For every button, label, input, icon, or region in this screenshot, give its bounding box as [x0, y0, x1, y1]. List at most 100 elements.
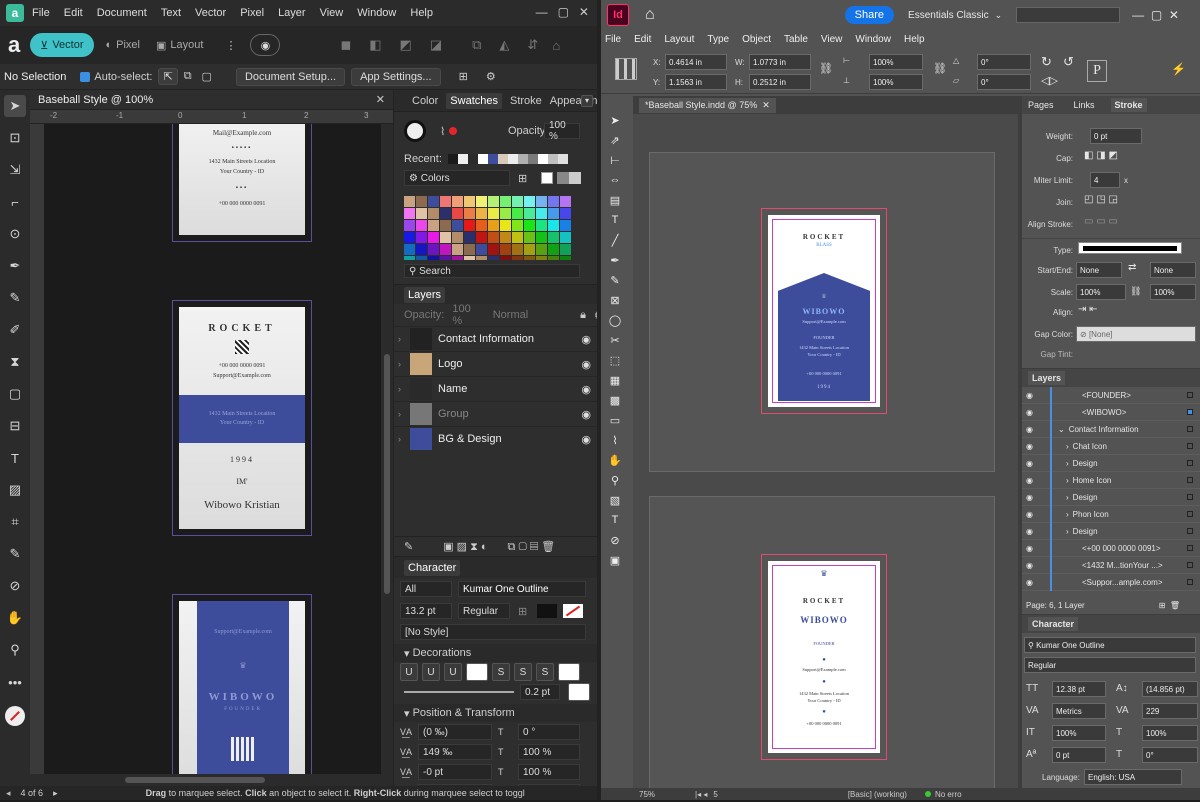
double-strike-icon[interactable]: S	[514, 663, 532, 681]
page-number[interactable]: 5	[713, 790, 717, 799]
crop-tool-icon[interactable]: ⌗	[4, 511, 26, 533]
autoselect-checkbox[interactable]	[80, 71, 91, 82]
tab-links[interactable]: Links	[1074, 100, 1095, 110]
swatch[interactable]	[440, 232, 451, 243]
artboard-top[interactable]: Mail@Example.com ▪▪▪▪▪ 1432 Main Streets…	[172, 124, 312, 242]
layer-row[interactable]: › Group ◉	[394, 401, 597, 426]
horizontal-scrollbar[interactable]	[30, 774, 393, 786]
group-mode-icon[interactable]: ▢	[202, 70, 212, 83]
swatch[interactable]	[488, 208, 499, 219]
artboard-tool-icon[interactable]: ⊡	[4, 127, 26, 149]
font-family-select[interactable]: Kumar One Outline	[458, 581, 586, 597]
select-square-icon[interactable]	[1187, 528, 1193, 534]
visibility-eye-icon[interactable]: ◉	[1026, 578, 1040, 587]
recent-swatch[interactable]	[537, 154, 548, 164]
page-tool-icon[interactable]: ⊢	[606, 152, 624, 168]
visibility-eye-icon[interactable]: ◉	[1026, 527, 1040, 536]
eyedropper-icon[interactable]: ⌇	[606, 432, 624, 448]
recent-swatch[interactable]	[517, 154, 528, 164]
gradient-tool-icon[interactable]: ▦	[606, 372, 624, 388]
menu-item[interactable]: Help	[904, 34, 925, 45]
swatch[interactable]	[548, 220, 559, 231]
swatch-grid[interactable]	[404, 196, 576, 260]
id-vscale-field[interactable]: 100%	[1052, 725, 1106, 741]
home-icon[interactable]: ⌂	[645, 6, 655, 24]
indesign-pasteboard[interactable]: ROCKET BLASS ♛ WIBOWO Support@Example.co…	[633, 114, 1018, 788]
id-tracking-field[interactable]: 229	[1142, 703, 1198, 719]
recent-swatches[interactable]	[447, 154, 568, 164]
vector-brush-icon[interactable]: ✐	[4, 319, 26, 341]
swatch[interactable]	[536, 232, 547, 243]
expand-icon[interactable]: ›	[1066, 527, 1069, 536]
fill-stroke-well[interactable]	[5, 706, 25, 726]
line-tool-icon[interactable]: ╱	[606, 232, 624, 248]
visibility-eye-icon[interactable]: ◉	[1026, 391, 1040, 400]
eyedropper-icon[interactable]: ⌇	[440, 125, 445, 138]
id-kerning-field[interactable]: Metrics	[1052, 703, 1106, 719]
visibility-eye-icon[interactable]: ◉	[581, 408, 591, 421]
blend-mode[interactable]: Normal	[493, 309, 528, 321]
swatch[interactable]	[452, 220, 463, 231]
visibility-eye-icon[interactable]: ◉	[581, 383, 591, 396]
recent-swatch[interactable]	[477, 154, 488, 164]
note-tool-icon[interactable]: ▭	[606, 412, 624, 428]
swatch[interactable]	[512, 232, 523, 243]
swatch[interactable]	[548, 208, 559, 219]
decorations-header[interactable]: ▾ Decorations	[394, 644, 597, 662]
page-2[interactable]: ♛ ROCKET WIBOWO FOUNDER ● Support@Exampl…	[761, 554, 887, 760]
swatch[interactable]	[476, 220, 487, 231]
swatch[interactable]	[560, 196, 571, 207]
recent-swatch[interactable]	[497, 154, 508, 164]
visibility-eye-icon[interactable]: ◉	[1026, 442, 1040, 451]
swatch[interactable]	[512, 244, 523, 255]
layer-row[interactable]: › Name ◉	[394, 376, 597, 401]
menu-item[interactable]: Text	[161, 7, 181, 19]
constrain-link-icon[interactable]: ⛓	[819, 62, 833, 75]
swatch[interactable]	[452, 244, 463, 255]
id-layer-row[interactable]: ◉ › Design	[1022, 488, 1200, 506]
text-frame-icon[interactable]: ◉	[250, 34, 281, 56]
swatch[interactable]	[464, 244, 475, 255]
menu-item[interactable]: Layout	[664, 34, 694, 45]
swatch[interactable]	[536, 208, 547, 219]
vertical-scrollbar[interactable]	[381, 124, 393, 774]
swatch[interactable]	[488, 196, 499, 207]
menu-item[interactable]: File	[32, 7, 50, 19]
swatch[interactable]	[464, 208, 475, 219]
select-square-icon[interactable]	[1187, 562, 1193, 568]
visibility-eye-icon[interactable]: ◉	[1026, 561, 1040, 570]
screen-mode-icon[interactable]: ▣	[606, 552, 624, 568]
language-select[interactable]: English: USA	[1084, 769, 1182, 785]
layout-persona-button[interactable]: ▣ Layout	[156, 39, 203, 52]
align-arrow-buttons[interactable]: ⇥ ⇤	[1078, 304, 1098, 315]
pencil-tool-icon[interactable]: ✎	[4, 287, 26, 309]
rotation-field[interactable]: 0°	[977, 54, 1031, 70]
indesign-doc-tab[interactable]: *Baseball Style.indd @ 75% ✕	[639, 97, 776, 113]
select-square-icon[interactable]	[1187, 545, 1193, 551]
intersect-icon[interactable]: ◩	[400, 37, 412, 53]
font-size-field[interactable]: 13.2 pt	[400, 603, 452, 619]
swatch[interactable]	[536, 220, 547, 231]
scissors-tool-icon[interactable]: ✂	[606, 332, 624, 348]
visibility-eye-icon[interactable]: ◉	[1026, 493, 1040, 502]
format-affects-icon[interactable]: T	[606, 512, 624, 528]
select-square-icon[interactable]	[1187, 477, 1193, 483]
move-tool-icon[interactable]: ➤	[4, 95, 26, 117]
scale-start-field[interactable]: 100%	[1076, 284, 1126, 300]
recent-swatch[interactable]	[547, 154, 558, 164]
menu-item[interactable]: Layer	[278, 7, 306, 19]
swatch[interactable]	[524, 220, 535, 231]
swatch[interactable]	[404, 220, 415, 231]
position-field-b[interactable]: 0 °	[518, 724, 580, 740]
swatch[interactable]	[464, 256, 475, 260]
underline-icon[interactable]: U	[400, 663, 418, 681]
layers-title[interactable]: Layers	[404, 286, 446, 303]
recent-swatch[interactable]	[467, 154, 478, 164]
gap-tool-icon[interactable]: ⇔	[606, 172, 624, 188]
zoom-tool-icon[interactable]: ⚲	[606, 472, 624, 488]
swatch[interactable]	[488, 256, 499, 260]
tab-stroke[interactable]: Stroke	[1110, 98, 1147, 112]
id-layer-row[interactable]: ◉ <+00 000 0000 0091>	[1022, 539, 1200, 557]
window-controls[interactable]: — ▢ ✕	[536, 5, 589, 19]
ellipse-tool-icon[interactable]: ◯	[606, 312, 624, 328]
